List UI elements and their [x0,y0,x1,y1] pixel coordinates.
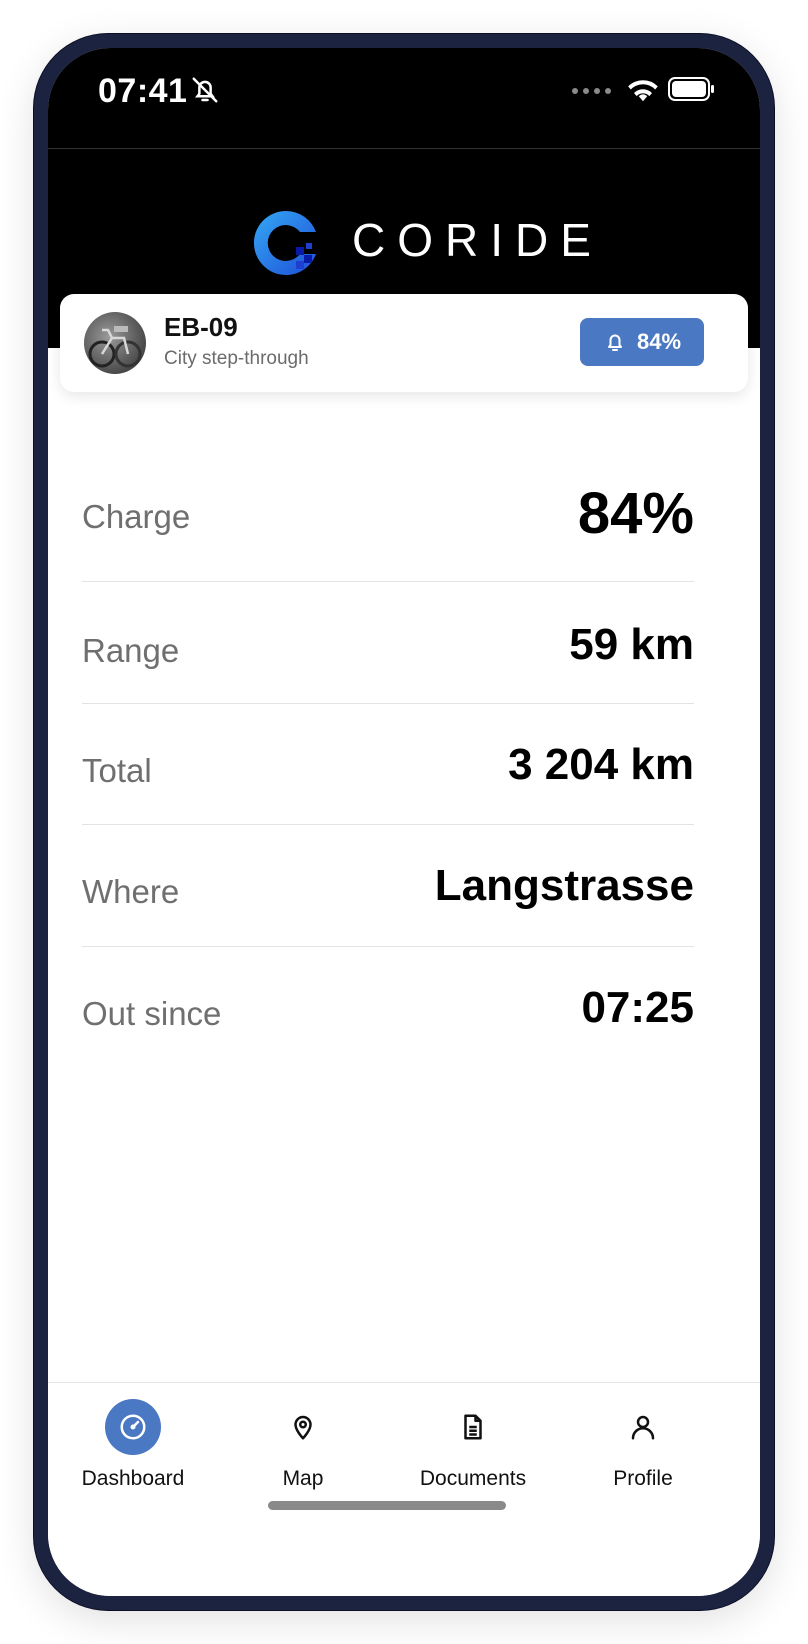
coride-logo-icon [253,210,316,275]
map-pin-icon [275,1399,331,1455]
stat-label: Total [82,752,152,789]
home-indicator[interactable] [268,1501,506,1510]
stat-row-where: Where Langstrasse [82,825,694,947]
nav-label: Profile [613,1467,673,1490]
nav-item-dashboard[interactable]: Dashboard [48,1399,218,1509]
battery-alert-value: 84% [636,329,682,354]
vehicle-card[interactable]: EB-09 City step-through 84% [60,294,748,392]
stat-value: 84% [577,481,694,546]
vehicle-type: City step-through [164,348,309,369]
bell-off-icon [192,77,218,103]
stat-value: 07:25 [581,983,694,1032]
vehicle-id: EB-09 [164,312,238,342]
battery-icon [668,77,714,101]
battery-alert-button[interactable]: 84% [580,318,704,366]
stat-label: Out since [82,995,222,1032]
app-screen: 07:41 CORIDE EB-09 City step-through 84%… [48,48,760,1596]
vehicle-stats: Charge 84% Range 59 km Total 3 204 km Wh… [82,440,694,1067]
stat-row-out-since: Out since 07:25 [82,947,694,1067]
nav-item-profile[interactable]: Profile [558,1399,728,1509]
status-bar: 07:41 [48,48,760,148]
bike-photo-icon [88,326,142,368]
vehicle-avatar [84,312,146,374]
wifi-icon [628,80,658,102]
user-icon [615,1399,671,1455]
stat-label: Charge [82,498,191,535]
bottom-nav: Dashboard Map Documents Profile [48,1382,760,1596]
stat-row-total: Total 3 204 km [82,704,694,825]
status-time: 07:41 [98,72,188,110]
nav-item-map[interactable]: Map [218,1399,388,1509]
stat-label: Range [82,632,180,669]
stat-value: Langstrasse [434,861,694,910]
cellular-signal-icon [572,88,611,94]
brand-name: CORIDE [352,214,603,266]
document-icon [445,1399,501,1455]
stat-value: 3 204 km [508,740,694,789]
stat-row-charge: Charge 84% [82,440,694,582]
bell-icon [607,334,622,351]
stat-label: Where [82,873,180,910]
stat-row-range: Range 59 km [82,582,694,704]
gauge-icon [105,1399,161,1455]
stat-value: 59 km [569,620,694,669]
nav-label: Map [282,1467,324,1490]
nav-label: Dashboard [81,1467,185,1490]
phone-frame: 07:41 CORIDE EB-09 City step-through 84%… [34,34,774,1610]
nav-item-documents[interactable]: Documents [388,1399,558,1509]
nav-label: Documents [419,1467,527,1490]
